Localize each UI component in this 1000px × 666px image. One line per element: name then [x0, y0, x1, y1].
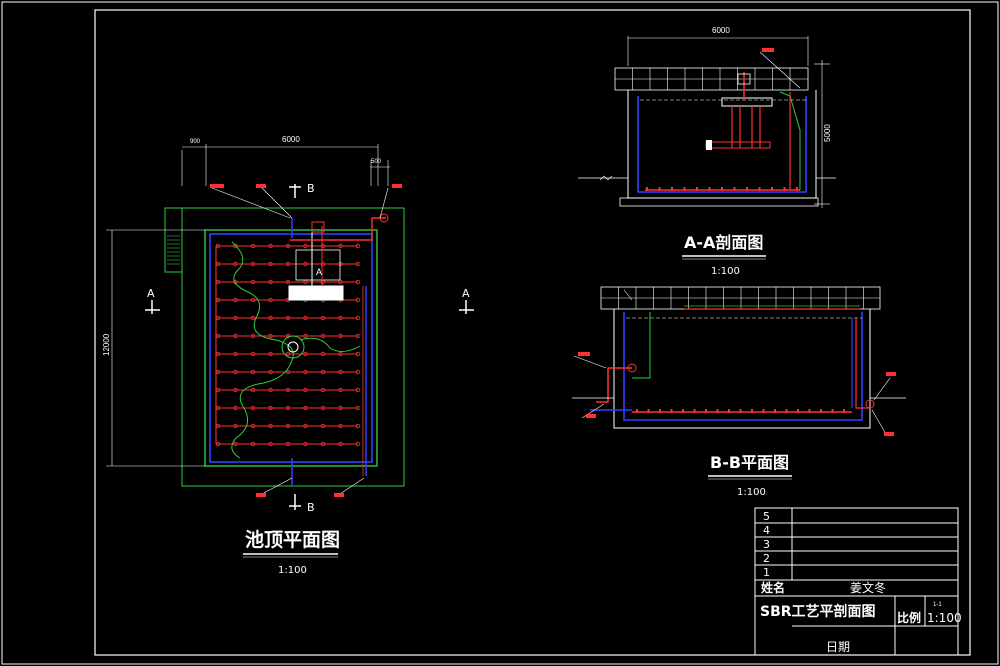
- diffuser-head: [739, 409, 742, 413]
- bb-scale: 1:100: [737, 487, 766, 498]
- aa-foundation: [619, 197, 819, 207]
- plan-callout-text-marks: [210, 184, 402, 497]
- diffuser-head: [771, 187, 773, 191]
- tb-drawing-title: SBR工艺平剖面图: [760, 603, 876, 620]
- diffuser-head: [728, 409, 730, 413]
- diffuser-head: [658, 187, 661, 191]
- diffuser-head: [696, 187, 698, 191]
- plan-section-markers: [145, 184, 474, 510]
- plan-center-label: A: [316, 267, 322, 277]
- diffuser-head: [785, 409, 788, 413]
- tb-sheet-no: 1-1: [933, 602, 942, 608]
- bb-inner-pipe-green: [632, 312, 651, 379]
- tb-row-2: 2: [763, 552, 770, 565]
- diffuser-head: [708, 187, 711, 191]
- diffuser-head: [820, 409, 822, 413]
- diffuser-head: [716, 409, 719, 413]
- diffuser-head: [683, 187, 686, 191]
- diffuser-head: [636, 409, 638, 413]
- aa-scale: 1:100: [711, 266, 740, 277]
- plan-view: A 900 6000 500 12000 B B A A 池顶平面图 1:100: [102, 135, 474, 576]
- diffuser-head: [647, 409, 650, 413]
- tb-row-1: 1: [763, 566, 770, 579]
- tb-date-label: 日期: [826, 640, 850, 654]
- diffuser-head: [808, 409, 811, 413]
- aa-decanter-top: [721, 97, 773, 107]
- diffuser-head: [843, 409, 845, 413]
- diffuser-head: [646, 187, 648, 191]
- diffuser-head: [693, 409, 696, 413]
- plan-section-b-bottom: B: [307, 501, 315, 514]
- diffuser-head: [682, 409, 684, 413]
- tb-scale-label: 比例: [897, 610, 921, 625]
- plan-section-b-top: B: [307, 182, 315, 195]
- diffuser-head: [783, 187, 786, 191]
- plan-drain-curve-right: [299, 337, 361, 352]
- diffuser-head: [746, 187, 748, 191]
- plan-dim-top: 6000: [282, 135, 300, 144]
- diffuser-head: [796, 187, 798, 191]
- diffuser-head: [659, 409, 661, 413]
- bb-tank-inner: [623, 312, 863, 421]
- plan-section-a-right: A: [462, 287, 470, 300]
- aa-roof-grid: [615, 68, 808, 90]
- bb-title: B-B平面图: [710, 453, 789, 472]
- tb-scale-value: 1:100: [927, 611, 962, 625]
- diffuser-head: [705, 409, 707, 413]
- section-aa-view: 6000 5000 A-A剖面图 1:100: [578, 26, 836, 277]
- diffuser-head: [671, 187, 673, 191]
- aa-tank-inner: [637, 96, 807, 193]
- bb-callout-marks: [578, 352, 896, 436]
- aa-callout-mark: [762, 48, 774, 52]
- tb-row-3: 3: [763, 538, 770, 551]
- diffuser-head: [758, 187, 761, 191]
- plan-section-a-left: A: [147, 287, 155, 300]
- diffuser-head: [797, 409, 799, 413]
- plan-scale: 1:100: [278, 565, 307, 576]
- diffuser-head: [721, 187, 723, 191]
- cad-drawing: A 900 6000 500 12000 B B A A 池顶平面图 1:100…: [1, 1, 999, 665]
- plan-title: 池顶平面图: [245, 528, 340, 551]
- title-block: 5 4 3 2 1 姓名 姜文冬 SBR工艺平剖面图 1-1 比例 1:100 …: [754, 507, 962, 656]
- bb-outlet-pipe: [855, 318, 870, 409]
- plan-stair-hatch: [167, 235, 180, 265]
- aa-decanter-end: [706, 140, 712, 150]
- aa-title: A-A剖面图: [684, 233, 763, 252]
- tb-row-5: 5: [763, 510, 770, 523]
- section-bb-view: B-B平面图 1:100: [572, 286, 906, 498]
- plan-dimensions: [106, 144, 390, 467]
- aa-ground-hatch: [599, 175, 613, 181]
- tb-name-label: 姓名: [761, 580, 785, 595]
- plan-decanter-base: [288, 285, 344, 301]
- aa-leader: [759, 51, 801, 89]
- tb-name-value: 姜文冬: [850, 580, 886, 595]
- plan-dim-top-small: 900: [190, 139, 201, 145]
- plan-dim-right-small: 500: [371, 159, 382, 165]
- drawing-frame: [94, 9, 971, 656]
- plan-dim-left: 12000: [102, 333, 111, 356]
- plan-air-main: [290, 217, 386, 241]
- tb-row-4: 4: [763, 524, 770, 537]
- diffuser-head: [774, 409, 776, 413]
- diffuser-head: [751, 409, 753, 413]
- aa-dim-top: 6000: [712, 26, 730, 35]
- bb-inlet-pipe: [596, 368, 609, 403]
- aa-dim-right: 5000: [823, 124, 832, 142]
- diffuser-head: [670, 409, 673, 413]
- diffuser-head: [762, 409, 765, 413]
- diffuser-head: [831, 409, 834, 413]
- diffuser-head: [733, 187, 736, 191]
